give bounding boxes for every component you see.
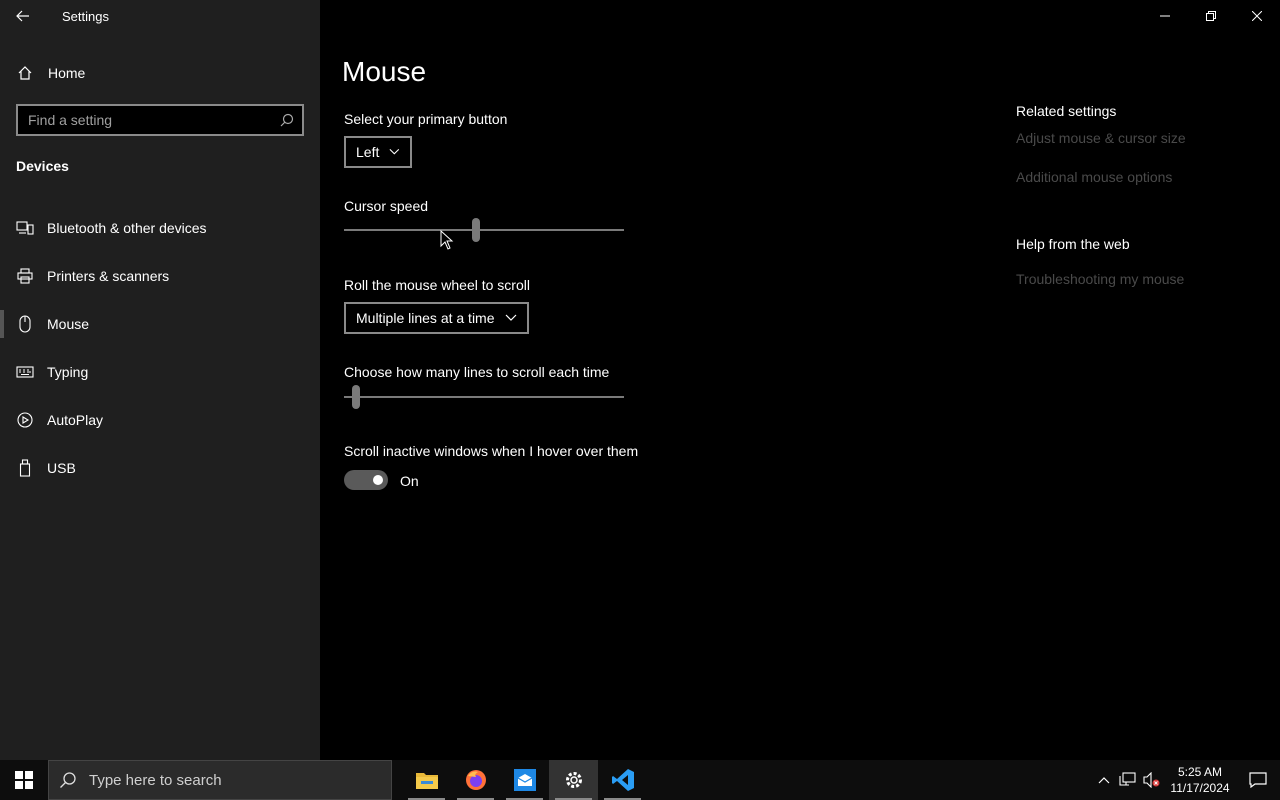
titlebar-left: Settings bbox=[0, 0, 320, 32]
mouse-icon bbox=[16, 315, 34, 333]
taskbar-mail-app[interactable] bbox=[500, 760, 549, 800]
minimize-button[interactable] bbox=[1142, 0, 1188, 32]
volume-muted-icon bbox=[1143, 772, 1160, 788]
scroll-mode-label: Roll the mouse wheel to scroll bbox=[344, 277, 530, 293]
primary-button-value: Left bbox=[356, 144, 380, 160]
restore-icon bbox=[1206, 11, 1216, 21]
sidebar-item-usb[interactable]: USB bbox=[0, 444, 320, 492]
toggle-knob bbox=[373, 475, 383, 485]
back-button[interactable] bbox=[0, 0, 46, 32]
taskbar-search-placeholder: Type here to search bbox=[89, 771, 222, 789]
sidebar-item-label: USB bbox=[47, 460, 76, 476]
help-heading: Help from the web bbox=[1016, 236, 1130, 252]
clock-time: 5:25 AM bbox=[1177, 765, 1223, 779]
taskbar-apps bbox=[402, 760, 647, 800]
cursor-speed-label: Cursor speed bbox=[344, 198, 429, 214]
settings-search-box[interactable] bbox=[16, 104, 304, 136]
sidebar-item-label: AutoPlay bbox=[47, 412, 104, 428]
close-button[interactable] bbox=[1234, 0, 1280, 32]
app-title: Settings bbox=[62, 8, 109, 24]
primary-button-label: Select your primary button bbox=[344, 111, 508, 127]
usb-icon bbox=[16, 459, 34, 477]
sidebar-item-label: Mouse bbox=[47, 316, 90, 332]
taskbar: Type here to search 5:25 AM 11/17/2024 bbox=[0, 760, 1280, 800]
minimize-icon bbox=[1160, 15, 1170, 17]
slider-track bbox=[344, 396, 624, 398]
adjust-cursor-size-link[interactable]: Adjust mouse & cursor size bbox=[1016, 130, 1186, 146]
firefox-icon bbox=[465, 770, 486, 790]
autoplay-icon bbox=[16, 411, 34, 429]
taskbar-clock[interactable]: 5:25 AM 11/17/2024 bbox=[1164, 764, 1236, 796]
chevron-up-icon bbox=[1098, 777, 1110, 784]
slider-thumb[interactable] bbox=[472, 218, 480, 242]
bluetooth-devices-icon bbox=[16, 219, 34, 237]
sidebar-item-autoplay[interactable]: AutoPlay bbox=[0, 396, 320, 444]
scroll-lines-slider[interactable] bbox=[344, 385, 624, 409]
additional-mouse-options-link[interactable]: Additional mouse options bbox=[1016, 169, 1172, 185]
show-hidden-icons-button[interactable] bbox=[1092, 760, 1116, 800]
taskbar-search[interactable]: Type here to search bbox=[48, 760, 392, 800]
system-tray: 5:25 AM 11/17/2024 bbox=[1092, 760, 1280, 800]
mouse-pointer-icon bbox=[440, 230, 454, 250]
vscode-icon bbox=[611, 769, 634, 791]
section-heading-devices: Devices bbox=[16, 158, 69, 174]
sidebar-item-label: Bluetooth & other devices bbox=[47, 220, 207, 236]
related-settings-heading: Related settings bbox=[1016, 103, 1117, 119]
network-status-button[interactable] bbox=[1116, 760, 1140, 800]
sidebar-home[interactable]: Home bbox=[0, 56, 320, 90]
scroll-mode-value: Multiple lines at a time bbox=[356, 310, 495, 326]
taskbar-settings[interactable] bbox=[549, 760, 598, 800]
taskbar-firefox[interactable] bbox=[451, 760, 500, 800]
sidebar-home-label: Home bbox=[48, 65, 86, 81]
start-button[interactable] bbox=[0, 760, 48, 800]
windows-logo-icon bbox=[15, 771, 33, 789]
notification-icon bbox=[1249, 772, 1267, 788]
printer-icon bbox=[16, 267, 34, 285]
inactive-scroll-toggle[interactable] bbox=[344, 470, 388, 490]
clock-date: 11/17/2024 bbox=[1170, 781, 1230, 795]
sidebar-item-printers[interactable]: Printers & scanners bbox=[0, 252, 320, 300]
troubleshooting-mouse-link[interactable]: Troubleshooting my mouse bbox=[1016, 271, 1184, 287]
chevron-down-icon bbox=[505, 314, 517, 321]
taskbar-file-explorer[interactable] bbox=[402, 760, 451, 800]
sidebar-item-label: Printers & scanners bbox=[47, 268, 170, 284]
cursor-speed-slider[interactable] bbox=[344, 218, 624, 242]
slider-track bbox=[344, 229, 624, 231]
window-controls bbox=[1142, 0, 1280, 32]
settings-gear-icon bbox=[565, 772, 582, 788]
search-icon bbox=[60, 772, 76, 788]
sidebar: Settings Home Devices Bluetooth & other … bbox=[0, 0, 320, 760]
primary-button-dropdown[interactable]: Left bbox=[344, 136, 412, 168]
home-icon bbox=[16, 65, 34, 81]
page-title: Mouse bbox=[342, 56, 427, 87]
scroll-lines-label: Choose how many lines to scroll each tim… bbox=[344, 364, 610, 380]
sidebar-item-bluetooth[interactable]: Bluetooth & other devices bbox=[0, 204, 320, 252]
back-arrow-icon bbox=[16, 10, 29, 22]
search-icon[interactable] bbox=[280, 113, 294, 127]
volume-button[interactable] bbox=[1140, 760, 1164, 800]
sidebar-item-typing[interactable]: Typing bbox=[0, 348, 320, 396]
mail-app-icon bbox=[513, 769, 536, 791]
toggle-state-label: On bbox=[400, 473, 419, 489]
close-icon bbox=[1252, 11, 1262, 21]
keyboard-icon bbox=[16, 363, 34, 381]
sidebar-item-label: Typing bbox=[47, 364, 89, 380]
scroll-mode-dropdown[interactable]: Multiple lines at a time bbox=[344, 302, 529, 334]
sidebar-nav-list: Bluetooth & other devices Printers & sca… bbox=[0, 204, 320, 492]
inactive-scroll-label: Scroll inactive windows when I hover ove… bbox=[344, 443, 639, 459]
chevron-down-icon bbox=[389, 148, 400, 155]
sidebar-item-mouse[interactable]: Mouse bbox=[0, 300, 320, 348]
network-icon bbox=[1119, 772, 1136, 786]
slider-thumb[interactable] bbox=[352, 385, 360, 409]
restore-button[interactable] bbox=[1188, 0, 1234, 32]
main-content: Mouse Select your primary button Left Cu… bbox=[320, 0, 1280, 760]
taskbar-vscode[interactable] bbox=[598, 760, 647, 800]
settings-search-input[interactable] bbox=[28, 112, 280, 128]
file-explorer-icon bbox=[415, 773, 438, 789]
action-center-button[interactable] bbox=[1236, 760, 1280, 800]
